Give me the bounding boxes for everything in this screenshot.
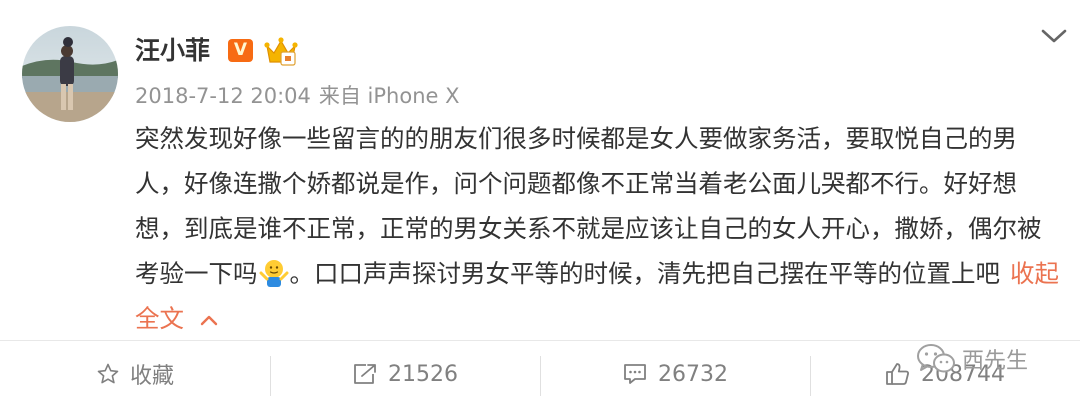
repost-icon	[354, 364, 376, 384]
favorite-button[interactable]: 收藏	[0, 341, 270, 407]
comment-count: 26732	[658, 361, 728, 387]
wechat-icon	[917, 344, 955, 373]
post-timestamp[interactable]: 2018-7-12 20:04	[135, 84, 311, 108]
post-meta: 2018-7-12 20:04 来自 iPhone X	[135, 81, 460, 111]
watermark: 西先生	[916, 342, 1028, 376]
chevron-down-icon[interactable]	[1040, 28, 1068, 44]
post-text-part-2: 。口口声声探讨男女平等的时候，清先把自己摆在平等的位置上吧	[289, 259, 1001, 288]
comment-icon	[624, 364, 646, 384]
watermark-text: 西先生	[962, 349, 1029, 374]
vip-crown-icon	[264, 37, 298, 66]
thumbs-up-icon	[886, 363, 909, 385]
shrug-emoji-icon	[259, 260, 288, 287]
avatar[interactable]	[22, 26, 118, 122]
verified-badge-icon: V	[228, 39, 253, 62]
username[interactable]: 汪小菲	[135, 33, 210, 69]
chevron-up-icon[interactable]	[200, 315, 218, 326]
favorite-label: 收藏	[129, 364, 174, 389]
post-source: 来自 iPhone X	[318, 84, 460, 108]
star-icon	[97, 363, 119, 384]
repost-button[interactable]: 21526	[270, 341, 540, 407]
repost-count: 21526	[388, 361, 458, 387]
avatar-image	[22, 26, 118, 122]
post-text: 突然发现好像一些留言的的朋友们很多时候都是女人要做家务活，要取悦自己的男人，好像…	[135, 116, 1060, 341]
comment-button[interactable]: 26732	[540, 341, 810, 407]
